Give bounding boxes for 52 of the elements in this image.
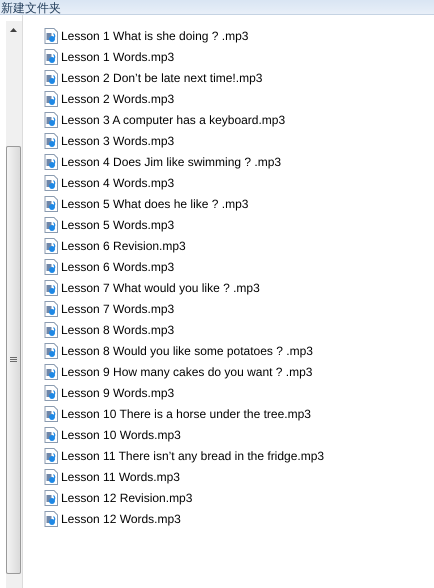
audio-file-icon: [44, 174, 58, 190]
file-item[interactable]: Lesson 12 Revision.mp3: [44, 487, 434, 508]
audio-file-icon: [44, 468, 58, 484]
audio-file-icon: [44, 322, 58, 338]
file-item[interactable]: Lesson 11 There isn’t any bread in the fridge.mp3: [44, 445, 434, 466]
grip-icon: [10, 357, 17, 363]
audio-file-icon: [44, 48, 58, 64]
audio-file-icon: [44, 426, 58, 442]
audio-file-icon: [44, 384, 58, 400]
file-item[interactable]: Lesson 1 What is she doing ? .mp3: [44, 25, 434, 46]
file-item[interactable]: Lesson 6 Words.mp3: [44, 256, 434, 277]
file-item[interactable]: Lesson 1 Words.mp3: [44, 46, 434, 67]
scroll-thumb[interactable]: [6, 146, 21, 574]
audio-file-icon: [44, 510, 58, 526]
file-item[interactable]: Lesson 3 A computer has a keyboard.mp3: [44, 109, 434, 130]
audio-file-icon: [44, 112, 58, 128]
audio-file-icon: [44, 342, 58, 358]
file-item[interactable]: Lesson 7 What would you like ? .mp3: [44, 277, 434, 298]
audio-file-icon: [44, 70, 58, 86]
audio-file-icon: [44, 364, 58, 380]
file-item[interactable]: Lesson 12 Words.mp3: [44, 508, 434, 529]
file-item[interactable]: Lesson 5 What does he like ? .mp3: [44, 193, 434, 214]
audio-file-icon: [44, 490, 58, 506]
audio-file-icon: [44, 28, 58, 44]
audio-file-icon: [44, 448, 58, 464]
file-item[interactable]: Lesson 6 Revision.mp3: [44, 235, 434, 256]
window-title: 新建文件夹: [1, 2, 61, 14]
file-item[interactable]: Lesson 8 Would you like some potatoes ? .mp3: [44, 340, 434, 361]
file-item[interactable]: Lesson 4 Does Jim like swimming ? .mp3: [44, 151, 434, 172]
file-item[interactable]: Lesson 9 How many cakes do you want ? .mp3: [44, 361, 434, 382]
file-item[interactable]: Lesson 2 Words.mp3: [44, 88, 434, 109]
audio-file-icon: [44, 154, 58, 170]
audio-file-icon: [44, 300, 58, 316]
audio-file-icon: [44, 90, 58, 106]
file-item[interactable]: Lesson 10 There is a horse under the tree.mp3: [44, 403, 434, 424]
file-item[interactable]: Lesson 10 Words.mp3: [44, 424, 434, 445]
file-item[interactable]: Lesson 4 Words.mp3: [44, 172, 434, 193]
file-item[interactable]: Lesson 11 Words.mp3: [44, 466, 434, 487]
audio-file-icon: [44, 280, 58, 296]
file-item[interactable]: Lesson 2 Don’t be late next time!.mp3: [44, 67, 434, 88]
up-arrow-icon: [10, 28, 17, 32]
file-item[interactable]: Lesson 8 Words.mp3: [44, 319, 434, 340]
file-item[interactable]: Lesson 7 Words.mp3: [44, 298, 434, 319]
audio-file-icon: [44, 196, 58, 212]
audio-file-icon: [44, 238, 58, 254]
audio-file-icon: [44, 406, 58, 422]
file-item[interactable]: Lesson 9 Words.mp3: [44, 382, 434, 403]
file-item[interactable]: Lesson 5 Words.mp3: [44, 214, 434, 235]
audio-file-icon: [44, 132, 58, 148]
audio-file-icon: [44, 216, 58, 232]
file-item[interactable]: Lesson 3 Words.mp3: [44, 130, 434, 151]
audio-file-icon: [44, 258, 58, 274]
